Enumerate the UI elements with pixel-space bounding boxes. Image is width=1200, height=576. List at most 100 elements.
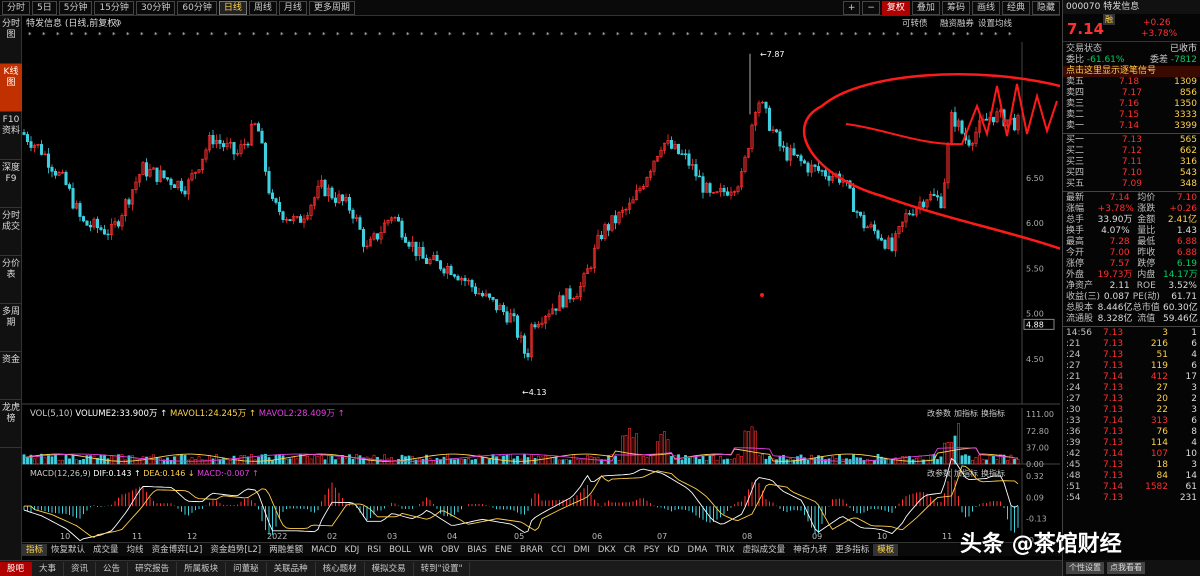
- info-mine-marker[interactable]: *: [658, 31, 662, 39]
- period-tab[interactable]: 月线: [278, 0, 307, 15]
- tick-signal-banner[interactable]: 点击这里显示逐笔信号: [1063, 66, 1200, 77]
- info-mine-marker[interactable]: *: [910, 31, 914, 39]
- footer-settings-link[interactable]: 转到"设置": [414, 561, 471, 576]
- indicator-tab[interactable]: 模板: [873, 543, 899, 556]
- panel-tool[interactable]: 换指标: [981, 408, 1005, 418]
- info-mine-marker[interactable]: *: [490, 31, 494, 39]
- indicator-tab[interactable]: MACD: [307, 544, 340, 556]
- bid-level[interactable]: 买一 7.13 565: [1063, 135, 1200, 146]
- indicator-tab[interactable]: DMI: [570, 544, 594, 556]
- info-mine-marker[interactable]: *: [154, 31, 158, 39]
- zoom-in-button[interactable]: +: [842, 0, 861, 15]
- indicator-tab[interactable]: 成交量: [89, 544, 123, 556]
- info-mine-marker[interactable]: *: [168, 31, 172, 39]
- footer-tab[interactable]: 公告: [96, 561, 129, 576]
- chart-option[interactable]: 可转债: [902, 18, 928, 29]
- info-mine-marker[interactable]: *: [70, 31, 74, 39]
- period-tab[interactable]: 5日: [32, 0, 57, 15]
- bid-level[interactable]: 买四 7.10 543: [1063, 168, 1200, 179]
- info-mine-marker[interactable]: *: [252, 31, 256, 39]
- info-mine-marker[interactable]: *: [392, 31, 396, 39]
- indicator-tab[interactable]: ENE: [491, 544, 516, 556]
- info-mine-marker[interactable]: *: [98, 31, 102, 39]
- info-mine-marker[interactable]: *: [56, 31, 60, 39]
- info-mine-marker[interactable]: *: [518, 31, 522, 39]
- left-nav-item[interactable]: 资金: [0, 352, 22, 400]
- info-mine-marker[interactable]: *: [574, 31, 578, 39]
- info-mine-marker[interactable]: *: [406, 31, 410, 39]
- bid-level[interactable]: 买二 7.12 662: [1063, 146, 1200, 157]
- info-mine-marker[interactable]: *: [840, 31, 844, 39]
- info-mine-marker[interactable]: *: [266, 31, 270, 39]
- ask-level[interactable]: 卖五 7.18 1309: [1063, 77, 1200, 88]
- ask-level[interactable]: 卖三 7.16 1350: [1063, 99, 1200, 110]
- info-mine-marker[interactable]: *: [434, 31, 438, 39]
- indicator-tab[interactable]: BIAS: [463, 544, 491, 556]
- info-mine-marker[interactable]: *: [504, 31, 508, 39]
- info-mine-marker[interactable]: *: [980, 31, 984, 39]
- info-mine-marker[interactable]: *: [924, 31, 928, 39]
- info-mine-marker[interactable]: *: [812, 31, 816, 39]
- info-mine-marker[interactable]: *: [700, 31, 704, 39]
- info-mine-marker[interactable]: *: [1008, 31, 1012, 39]
- footer-tab[interactable]: 关联品种: [267, 561, 316, 576]
- info-mine-marker[interactable]: *: [756, 31, 760, 39]
- chart-option[interactable]: 设置均线: [978, 18, 1013, 29]
- left-nav-item[interactable]: 深度F9: [0, 160, 22, 208]
- indicator-tab[interactable]: 均线: [123, 544, 148, 556]
- info-mine-marker[interactable]: *: [462, 31, 466, 39]
- info-mine-marker[interactable]: *: [770, 31, 774, 39]
- indicator-tab[interactable]: 虚拟成交量: [739, 544, 790, 556]
- info-mine-marker[interactable]: *: [140, 31, 144, 39]
- left-nav-item[interactable]: 分价表: [0, 256, 22, 304]
- footer-tab[interactable]: 股吧: [0, 561, 33, 576]
- gear-icon[interactable]: ⚙: [114, 19, 122, 29]
- info-mine-marker[interactable]: *: [224, 31, 228, 39]
- indicator-tab[interactable]: OBV: [437, 544, 463, 556]
- indicator-tab[interactable]: DKX: [594, 544, 620, 556]
- period-tab[interactable]: 日线: [218, 0, 247, 15]
- panel-tool[interactable]: 加指标: [954, 408, 978, 418]
- footer-tab[interactable]: 模拟交易: [365, 561, 414, 576]
- ask-level[interactable]: 卖一 7.14 3399: [1063, 121, 1200, 132]
- period-tab[interactable]: 更多周期: [308, 0, 355, 15]
- info-mine-marker[interactable]: *: [728, 31, 732, 39]
- info-mine-marker[interactable]: *: [238, 31, 242, 39]
- footer-tab[interactable]: 核心题材: [316, 561, 365, 576]
- info-mine-marker[interactable]: *: [280, 31, 284, 39]
- classic-button[interactable]: 经典: [1001, 0, 1030, 15]
- info-mine-marker[interactable]: *: [798, 31, 802, 39]
- ask-level[interactable]: 卖四 7.17 856: [1063, 88, 1200, 99]
- indicator-tab[interactable]: KD: [663, 544, 683, 556]
- info-mine-marker[interactable]: *: [182, 31, 186, 39]
- indicator-tab[interactable]: BRAR: [516, 544, 547, 556]
- period-tab[interactable]: 30分钟: [135, 0, 176, 15]
- ask-level[interactable]: 卖二 7.15 3333: [1063, 110, 1200, 121]
- chart-option[interactable]: 融资融券: [940, 18, 975, 29]
- chips-button[interactable]: 筹码: [941, 0, 970, 15]
- info-mine-marker[interactable]: *: [882, 31, 886, 39]
- info-mine-marker[interactable]: *: [868, 31, 872, 39]
- indicator-tab[interactable]: 资金趋势[L2]: [206, 544, 265, 556]
- bid-level[interactable]: 买三 7.11 316: [1063, 157, 1200, 168]
- period-tab[interactable]: 周线: [248, 0, 277, 15]
- info-mine-marker[interactable]: *: [588, 31, 592, 39]
- zoom-out-button[interactable]: −: [862, 0, 880, 15]
- period-tab[interactable]: 60分钟: [177, 0, 217, 15]
- info-mine-marker[interactable]: *: [952, 31, 956, 39]
- indicator-tab[interactable]: 资金博弈[L2]: [148, 544, 207, 556]
- hide-button[interactable]: 隐藏: [1031, 0, 1060, 15]
- left-nav-item[interactable]: 分时成交: [0, 208, 22, 256]
- info-mine-marker[interactable]: *: [784, 31, 788, 39]
- info-mine-marker[interactable]: *: [308, 31, 312, 39]
- left-nav-item[interactable]: 分时图: [0, 16, 22, 64]
- info-mine-marker[interactable]: *: [28, 31, 32, 39]
- indicator-tab[interactable]: 指标: [22, 543, 48, 556]
- indicator-tab[interactable]: CCI: [547, 544, 569, 556]
- footer-tab[interactable]: 资讯: [64, 561, 97, 576]
- personal-settings-button[interactable]: 个性设置: [1066, 562, 1104, 574]
- bid-level[interactable]: 买五 7.09 348: [1063, 179, 1200, 190]
- info-mine-marker[interactable]: *: [938, 31, 942, 39]
- indicator-tab[interactable]: KDJ: [341, 544, 364, 556]
- info-mine-marker[interactable]: *: [826, 31, 830, 39]
